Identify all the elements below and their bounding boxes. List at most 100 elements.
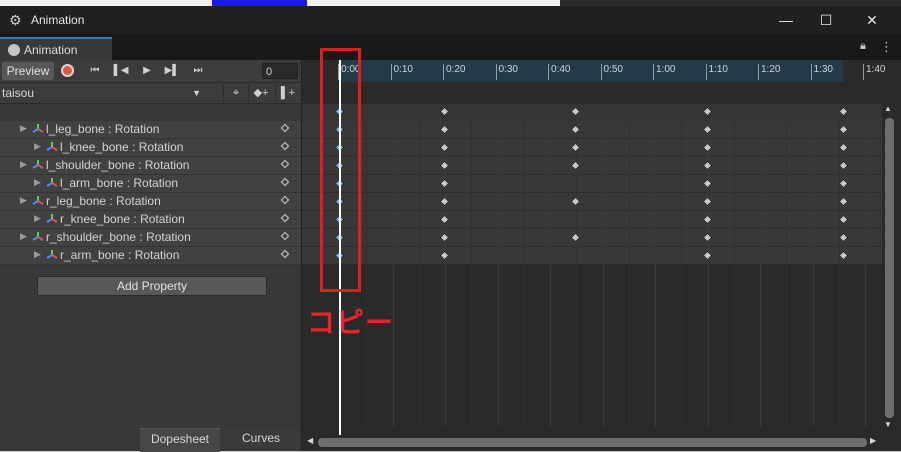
add-property-button[interactable]: Add Property [37,276,267,296]
keyframe-lane[interactable] [302,247,882,265]
frame-input[interactable]: 0 [262,63,298,79]
keyframe-lane[interactable] [302,157,882,175]
clock-icon [8,44,20,56]
expand-triangle-icon[interactable]: ▶ [34,213,41,224]
expand-triangle-icon[interactable]: ▶ [34,141,41,152]
ruler-tick-label: 1:00 [656,64,676,75]
transform-icon [32,160,44,169]
expand-triangle-icon[interactable]: ▶ [20,195,27,206]
previous-keyframe-button[interactable]: ▌◀ [110,62,132,80]
property-label: r_shoulder_bone : Rotation [46,230,191,244]
time-ruler[interactable] [302,60,882,82]
keyframe-diamond-icon[interactable] [280,177,290,187]
highlight-box [320,48,361,292]
keyframe-diamond-icon[interactable] [280,195,290,205]
property-label: r_arm_bone : Rotation [60,248,180,262]
grid-line [865,121,866,427]
grid-line [602,121,604,427]
scroll-right-icon[interactable]: ▶ [870,436,876,445]
scroll-up-icon[interactable]: ▲ [884,104,892,113]
property-label: r_knee_bone : Rotation [60,212,185,226]
expand-triangle-icon[interactable]: ▶ [34,177,41,188]
property-label: l_leg_bone : Rotation [46,122,160,136]
ruler-tick-label: 0:30 [498,64,518,75]
grid-line [366,121,368,427]
tab-curves[interactable]: Curves [222,428,300,451]
scroll-left-icon[interactable]: ◀ [307,436,313,445]
property-row[interactable]: ▶ l_leg_bone : Rotation [0,121,301,139]
ruler-tick-mark [863,64,864,80]
expand-triangle-icon[interactable]: ▶ [34,249,41,260]
tab-strip [0,34,901,60]
ruler-tick-label: 1:20 [761,64,781,75]
expand-triangle-icon[interactable]: ▶ [20,231,27,242]
keyframe-lane[interactable] [302,211,882,229]
keyframe-lane[interactable] [302,193,882,211]
summary-lane [302,104,882,121]
clip-dropdown[interactable]: taisou ▼ [2,84,205,102]
window-title: Animation [31,13,85,27]
tab-animation[interactable]: Animation [0,37,112,60]
property-row[interactable]: ▶ r_arm_bone : Rotation [0,247,301,265]
transform-icon [32,232,44,241]
ruler-tick-mark [495,64,497,80]
ruler-tick-label: 0:50 [603,64,623,75]
lock-icon[interactable]: 🔒︎ [860,40,866,53]
ruler-tick-label: 0:10 [393,64,413,75]
window-titlebar[interactable]: ⚙ Animation — ☐ ✕ [0,6,901,34]
grid-line [392,121,394,427]
property-row[interactable]: ▶ l_knee_bone : Rotation [0,139,301,157]
transform-icon [46,178,58,187]
last-keyframe-button[interactable]: ⏭ [187,62,209,80]
add-event-button[interactable]: ▌+ [275,84,300,102]
add-keyframe-button[interactable]: ◆+ [248,84,273,102]
next-keyframe-button[interactable]: ▶▌ [161,62,183,80]
transform-icon [46,250,58,259]
keyframe-diamond-icon[interactable] [280,249,290,259]
grid-line [733,121,735,427]
filter-by-selection-icon[interactable]: ⌖ [223,84,248,102]
maximize-button[interactable]: ☐ [803,6,849,34]
ruler-tick-label: 0:20 [446,64,466,75]
expand-triangle-icon[interactable]: ▶ [20,123,27,134]
record-button[interactable] [61,64,74,77]
property-row[interactable]: ▶ r_shoulder_bone : Rotation [0,229,301,247]
keyframe-diamond-icon[interactable] [280,159,290,169]
close-button[interactable]: ✕ [849,6,895,34]
grid-line [497,121,499,427]
summary-row [0,104,301,121]
grid-line [681,121,683,427]
transform-icon [32,124,44,133]
tab-label: Animation [24,43,78,57]
expand-triangle-icon[interactable]: ▶ [20,159,27,170]
first-keyframe-button[interactable]: ⏮ [84,62,106,80]
keyframe-diamond-icon[interactable] [280,141,290,151]
ruler-tick-mark [443,64,444,80]
ruler-tick-mark [390,64,392,80]
keyframe-diamond-icon[interactable] [280,123,290,133]
keyframe-lane[interactable] [302,229,882,247]
property-row[interactable]: ▶ r_knee_bone : Rotation [0,211,301,229]
tab-dopesheet[interactable]: Dopesheet [140,428,220,452]
ruler-tick-mark [705,64,707,80]
ruler-tick-mark [758,64,759,80]
more-options-icon[interactable]: ⋮ [880,39,893,55]
keyframe-diamond-icon[interactable] [280,213,290,223]
keyframe-diamond-icon[interactable] [280,231,290,241]
keyframe-lane[interactable] [302,175,882,193]
property-row[interactable]: ▶ l_arm_bone : Rotation [0,175,301,193]
keyframe-lane[interactable] [302,139,882,157]
property-label: r_leg_bone : Rotation [46,194,161,208]
property-row[interactable]: ▶ l_shoulder_bone : Rotation [0,157,301,175]
scroll-down-icon[interactable]: ▼ [884,420,892,429]
horizontal-scroll-thumb[interactable] [318,438,867,447]
property-row[interactable]: ▶ r_leg_bone : Rotation [0,193,301,211]
grid-line [471,121,473,427]
grid-line [628,121,630,427]
play-button[interactable]: ▶ [136,62,158,80]
keyframe-lane[interactable] [302,121,882,139]
ruler-tick-label: 1:10 [708,64,728,75]
transform-icon [32,196,44,205]
vertical-scroll-thumb[interactable] [885,118,894,418]
preview-button[interactable]: Preview [2,62,54,80]
